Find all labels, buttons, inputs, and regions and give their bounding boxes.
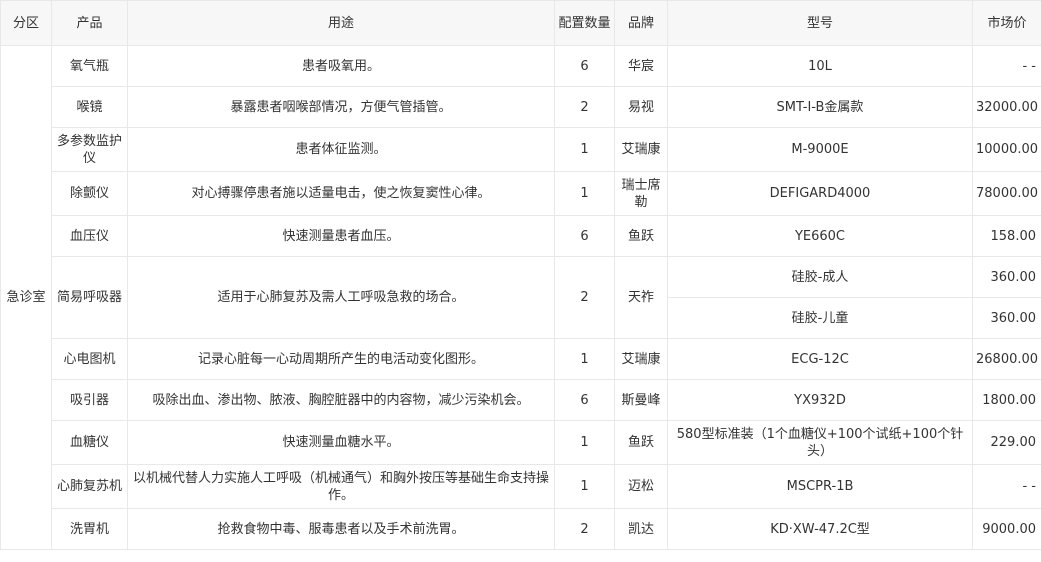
qty-cell: 1 xyxy=(554,464,615,509)
header-zone: 分区 xyxy=(0,0,52,46)
product-cell: 心肺复苏机 xyxy=(51,464,128,509)
qty-cell: 1 xyxy=(554,338,615,380)
price-cell: - - xyxy=(972,464,1041,509)
brand-cell: 艾瑞康 xyxy=(614,127,668,172)
usage-cell: 记录心脏每一心动周期所产生的电活动变化图形。 xyxy=(127,338,555,380)
header-price: 市场价 xyxy=(972,0,1041,46)
usage-cell: 患者吸氧用。 xyxy=(127,45,555,87)
brand-cell: 凯达 xyxy=(614,508,668,550)
table-row: 心肺复苏机 以机械代替人力实施人工呼吸（机械通气）和胸外按压等基础生命支持操作。… xyxy=(1,464,1041,509)
brand-cell: 艾瑞康 xyxy=(614,338,668,380)
product-cell: 心电图机 xyxy=(51,338,128,380)
table-row: 多参数监护仪 患者体征监测。 1 艾瑞康 M-9000E 10000.00 xyxy=(1,127,1041,172)
brand-cell: 迈松 xyxy=(614,464,668,509)
usage-cell: 以机械代替人力实施人工呼吸（机械通气）和胸外按压等基础生命支持操作。 xyxy=(127,464,555,509)
price-cell: 32000.00 xyxy=(972,86,1041,128)
brand-cell: 斯曼峰 xyxy=(614,379,668,421)
table-row: 除颤仪 对心搏骤停患者施以适量电击，使之恢复窦性心律。 1 瑞士席勒 DEFIG… xyxy=(1,171,1041,216)
qty-cell: 2 xyxy=(554,508,615,550)
header-product: 产品 xyxy=(51,0,128,46)
model-cell: ECG-12C xyxy=(667,338,973,380)
usage-cell: 快速测量患者血压。 xyxy=(127,215,555,257)
table-header-row: 分区 产品 用途 配置数量 品牌 型号 市场价 xyxy=(0,0,1041,46)
header-brand: 品牌 xyxy=(614,0,668,46)
model-cell: YE660C xyxy=(667,215,973,257)
price-cell: 78000.00 xyxy=(972,171,1041,216)
usage-cell: 快速测量血糖水平。 xyxy=(127,420,555,465)
product-cell: 喉镜 xyxy=(51,86,128,128)
model-cell: 硅胶-成人 xyxy=(667,256,973,298)
header-usage: 用途 xyxy=(127,0,555,46)
header-qty: 配置数量 xyxy=(554,0,615,46)
usage-cell: 吸除出血、渗出物、脓液、胸腔脏器中的内容物，减少污染机会。 xyxy=(127,379,555,421)
model-cell: SMT-I-B金属款 xyxy=(667,86,973,128)
zone-cell: 急诊室 xyxy=(0,45,52,550)
qty-cell: 2 xyxy=(554,86,615,128)
product-cell: 血糖仪 xyxy=(51,420,128,465)
table-row: 急诊室 氧气瓶 患者吸氧用。 6 华宸 10L - - xyxy=(0,45,1041,550)
model-cell: KD·XW-47.2C型 xyxy=(667,508,973,550)
model-cell: 10L xyxy=(667,45,973,87)
model-cell: 580型标准装（1个血糖仪+100个试纸+100个针头） xyxy=(667,420,973,465)
price-cell: 1800.00 xyxy=(972,379,1041,421)
table-row: 吸引器 吸除出血、渗出物、脓液、胸腔脏器中的内容物，减少污染机会。 6 斯曼峰 … xyxy=(1,379,1041,421)
table-row: 血糖仪 快速测量血糖水平。 1 鱼跃 580型标准装（1个血糖仪+100个试纸+… xyxy=(1,420,1041,465)
usage-cell: 患者体征监测。 xyxy=(127,127,555,172)
table-row: 血压仪 快速测量患者血压。 6 鱼跃 YE660C 158.00 xyxy=(1,215,1041,257)
price-cell: 26800.00 xyxy=(972,338,1041,380)
table-row: 洗胃机 抢救食物中毒、服毒患者以及手术前洗胃。 2 凯达 KD·XW-47.2C… xyxy=(1,508,1041,550)
qty-cell: 1 xyxy=(554,171,615,216)
price-cell: 10000.00 xyxy=(972,127,1041,172)
model-cell: M-9000E xyxy=(667,127,973,172)
price-cell: - - xyxy=(972,45,1041,87)
usage-cell: 对心搏骤停患者施以适量电击，使之恢复窦性心律。 xyxy=(127,171,555,216)
table-row: 喉镜 暴露患者咽喉部情况，方便气管插管。 2 易视 SMT-I-B金属款 320… xyxy=(1,86,1041,128)
qty-cell: 1 xyxy=(554,420,615,465)
product-cell: 洗胃机 xyxy=(51,508,128,550)
usage-cell: 抢救食物中毒、服毒患者以及手术前洗胃。 xyxy=(127,508,555,550)
model-cell: MSCPR-1B xyxy=(667,464,973,509)
model-cell: 硅胶-儿童 xyxy=(667,297,973,339)
brand-cell: 易视 xyxy=(614,86,668,128)
usage-cell: 适用于心肺复苏及需人工呼吸急救的场合。 xyxy=(127,256,555,339)
price-cell: 229.00 xyxy=(972,420,1041,465)
qty-cell: 6 xyxy=(554,45,615,87)
qty-cell: 6 xyxy=(554,379,615,421)
price-cell: 360.00 xyxy=(972,297,1041,339)
table-row: 心电图机 记录心脏每一心动周期所产生的电活动变化图形。 1 艾瑞康 ECG-12… xyxy=(1,338,1041,380)
table-row: 简易呼吸器 适用于心肺复苏及需人工呼吸急救的场合。 2 天祚 硅胶-成人 360… xyxy=(1,256,1041,339)
qty-cell: 2 xyxy=(554,256,615,339)
header-model: 型号 xyxy=(667,0,973,46)
product-cell: 简易呼吸器 xyxy=(51,256,128,339)
qty-cell: 6 xyxy=(554,215,615,257)
product-cell: 血压仪 xyxy=(51,215,128,257)
brand-cell: 鱼跃 xyxy=(614,420,668,465)
price-cell: 9000.00 xyxy=(972,508,1041,550)
product-cell: 多参数监护仪 xyxy=(51,127,128,172)
qty-cell: 1 xyxy=(554,127,615,172)
product-cell: 氧气瓶 xyxy=(51,45,128,87)
model-cell: DEFIGARD4000 xyxy=(667,171,973,216)
brand-cell: 华宸 xyxy=(614,45,668,87)
brand-cell: 鱼跃 xyxy=(614,215,668,257)
model-cell: YX932D xyxy=(667,379,973,421)
product-cell: 除颤仪 xyxy=(51,171,128,216)
product-cell: 吸引器 xyxy=(51,379,128,421)
price-cell: 360.00 xyxy=(972,256,1041,298)
usage-cell: 暴露患者咽喉部情况，方便气管插管。 xyxy=(127,86,555,128)
price-cell: 158.00 xyxy=(972,215,1041,257)
brand-cell: 天祚 xyxy=(614,256,668,339)
brand-cell: 瑞士席勒 xyxy=(614,171,668,216)
equipment-table: 分区 产品 用途 配置数量 品牌 型号 市场价 急诊室 氧气瓶 患者吸氧用。 6… xyxy=(0,0,1041,550)
